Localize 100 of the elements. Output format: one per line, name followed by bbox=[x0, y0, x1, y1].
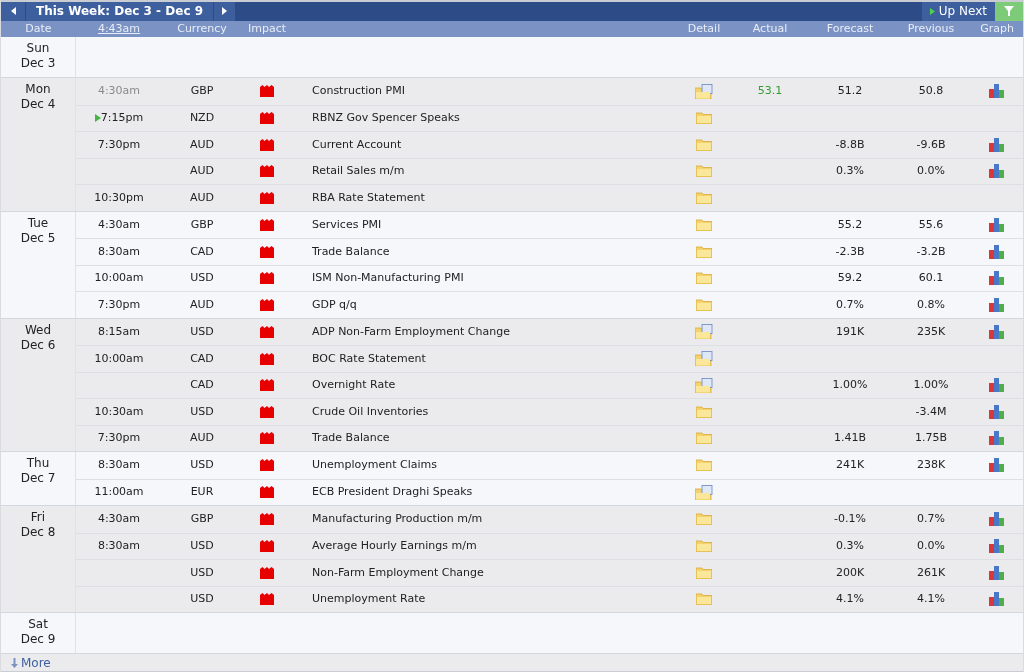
event-row[interactable]: 10:30pm AUD RBA Rate Statement bbox=[76, 184, 1023, 211]
folder-document-icon[interactable] bbox=[695, 377, 713, 393]
forecast-value: -0.1% bbox=[834, 511, 866, 527]
more-link[interactable]: More bbox=[11, 653, 51, 672]
event-time: 7:15pm bbox=[100, 110, 144, 126]
weekday-label: Thu bbox=[26, 456, 50, 471]
folder-icon[interactable] bbox=[696, 540, 712, 553]
event-row[interactable]: 10:00am CAD BOC Rate Statement bbox=[76, 345, 1023, 372]
bar-chart-icon[interactable] bbox=[989, 164, 1005, 179]
forecast-value: 1.00% bbox=[832, 377, 868, 393]
filter-button[interactable] bbox=[995, 2, 1023, 21]
event-row[interactable]: 4:30am GBP Services PMI 55.2 55.6 bbox=[76, 211, 1023, 238]
event-row[interactable]: 11:00am EUR ECB President Draghi Speaks bbox=[76, 478, 1023, 505]
folder-icon[interactable] bbox=[696, 405, 712, 418]
folder-icon[interactable] bbox=[696, 112, 712, 125]
down-arrow-icon bbox=[11, 657, 18, 668]
previous-value: 50.8 bbox=[918, 83, 944, 99]
bar-chart-icon[interactable] bbox=[989, 217, 1005, 232]
folder-icon[interactable] bbox=[696, 432, 712, 445]
folder-icon[interactable] bbox=[696, 165, 712, 178]
folder-icon[interactable] bbox=[696, 191, 712, 204]
event-row[interactable]: 7:30pm AUD GDP q/q 0.7% 0.8% bbox=[76, 291, 1023, 318]
date-label: Dec 6 bbox=[20, 337, 56, 353]
folder-icon[interactable] bbox=[696, 298, 712, 311]
folder-icon[interactable] bbox=[696, 459, 712, 472]
bar-chart-icon[interactable] bbox=[989, 539, 1005, 554]
event-row[interactable]: 7:30pm AUD Current Account -8.8B -9.6B bbox=[76, 131, 1023, 158]
bar-chart-icon[interactable] bbox=[989, 271, 1005, 286]
event-row[interactable]: 7:30pm AUD Trade Balance 1.41B 1.75B bbox=[76, 424, 1023, 451]
previous-value: 55.6 bbox=[918, 216, 944, 233]
folder-icon[interactable] bbox=[696, 138, 712, 151]
event-row[interactable]: USD Non-Farm Employment Change 200K 261K bbox=[76, 559, 1023, 586]
bar-chart-icon[interactable] bbox=[989, 244, 1005, 259]
event-time: 10:00am bbox=[94, 350, 144, 367]
folder-icon[interactable] bbox=[696, 272, 712, 285]
event-title: Unemployment Rate bbox=[311, 591, 427, 607]
event-row[interactable]: AUD Retail Sales m/m 0.3% 0.0% bbox=[76, 157, 1023, 184]
currency-code: USD bbox=[189, 270, 215, 286]
currency-code: GBP bbox=[189, 216, 215, 233]
weekday-label: Fri bbox=[30, 510, 46, 525]
event-time: 11:00am bbox=[94, 484, 144, 500]
event-row[interactable]: 8:30am USD Average Hourly Earnings m/m 0.3% 0.0% bbox=[76, 532, 1023, 559]
up-next-button[interactable]: Up Next bbox=[921, 2, 995, 21]
next-week-button[interactable] bbox=[213, 2, 236, 21]
bar-chart-icon[interactable] bbox=[989, 324, 1005, 339]
currency-code: USD bbox=[189, 403, 215, 420]
event-time: 4:30am bbox=[97, 83, 141, 99]
folder-icon[interactable] bbox=[696, 566, 712, 579]
previous-value: 4.1% bbox=[917, 591, 945, 607]
currency-code: NZD bbox=[188, 110, 216, 126]
folder-icon[interactable] bbox=[696, 245, 712, 258]
column-header: Detail bbox=[686, 20, 722, 37]
folder-document-icon[interactable] bbox=[695, 324, 713, 340]
bar-chart-icon[interactable] bbox=[989, 458, 1005, 473]
event-title: ISM Non-Manufacturing PMI bbox=[311, 270, 465, 286]
previous-value: 60.1 bbox=[918, 270, 944, 286]
bar-chart-icon[interactable] bbox=[989, 378, 1005, 393]
currency-code: CAD bbox=[189, 350, 215, 367]
event-row[interactable]: 4:30am GBP Manufacturing Production m/m -0.1% 0.7% bbox=[76, 506, 1023, 533]
event-row[interactable]: 10:00am USD ISM Non-Manufacturing PMI 59.2 60.1 bbox=[76, 264, 1023, 291]
forecast-value: 0.7% bbox=[836, 296, 864, 313]
event-row[interactable]: 7:15pm NZD RBNZ Gov Spencer Speaks bbox=[76, 104, 1023, 131]
event-row[interactable]: CAD Overnight Rate 1.00% 1.00% bbox=[76, 371, 1023, 398]
forecast-value: 4.1% bbox=[836, 591, 864, 607]
weekday-label: Sat bbox=[28, 617, 48, 632]
forecast-value: 241K bbox=[835, 457, 865, 473]
folder-document-icon[interactable] bbox=[695, 83, 713, 99]
date-label: Dec 5 bbox=[20, 230, 56, 246]
play-icon bbox=[929, 7, 935, 15]
column-header: Actual bbox=[751, 20, 789, 37]
previous-value: 238K bbox=[916, 457, 946, 473]
event-row[interactable]: 8:15am USD ADP Non-Farm Employment Change 191K 235K bbox=[76, 318, 1023, 345]
folder-icon[interactable] bbox=[696, 593, 712, 606]
event-row[interactable]: 8:30am USD Unemployment Claims 241K 238K bbox=[76, 452, 1023, 479]
column-header: Previous bbox=[906, 20, 956, 37]
folder-icon[interactable] bbox=[696, 218, 712, 231]
bar-chart-icon[interactable] bbox=[989, 137, 1005, 152]
previous-week-button[interactable] bbox=[1, 2, 25, 21]
bar-chart-icon[interactable] bbox=[989, 431, 1005, 446]
previous-value: 0.0% bbox=[917, 538, 945, 554]
event-time: 7:30pm bbox=[97, 136, 141, 153]
column-header: Currency bbox=[176, 20, 228, 37]
bar-chart-icon[interactable] bbox=[989, 404, 1005, 419]
event-title: BOC Rate Statement bbox=[311, 350, 427, 367]
folder-document-icon[interactable] bbox=[695, 351, 713, 367]
date-label: Dec 9 bbox=[20, 632, 56, 647]
folder-document-icon[interactable] bbox=[695, 484, 713, 500]
event-title: Unemployment Claims bbox=[311, 457, 439, 473]
bar-chart-icon[interactable] bbox=[989, 565, 1005, 580]
bar-chart-icon[interactable] bbox=[989, 592, 1005, 607]
bar-chart-icon[interactable] bbox=[989, 512, 1005, 527]
event-row[interactable]: 10:30am USD Crude Oil Inventories -3.4M bbox=[76, 398, 1023, 425]
bar-chart-icon[interactable] bbox=[989, 84, 1005, 99]
currency-code: USD bbox=[189, 564, 215, 581]
event-title: RBA Rate Statement bbox=[311, 189, 426, 206]
event-row[interactable]: 4:30am GBP Construction PMI 53.1 51.2 50.8 bbox=[76, 78, 1023, 105]
event-row[interactable]: USD Unemployment Rate 4.1% 4.1% bbox=[76, 585, 1023, 612]
event-row[interactable]: 8:30am CAD Trade Balance -2.3B -3.2B bbox=[76, 238, 1023, 265]
bar-chart-icon[interactable] bbox=[989, 297, 1005, 312]
folder-icon[interactable] bbox=[696, 513, 712, 526]
